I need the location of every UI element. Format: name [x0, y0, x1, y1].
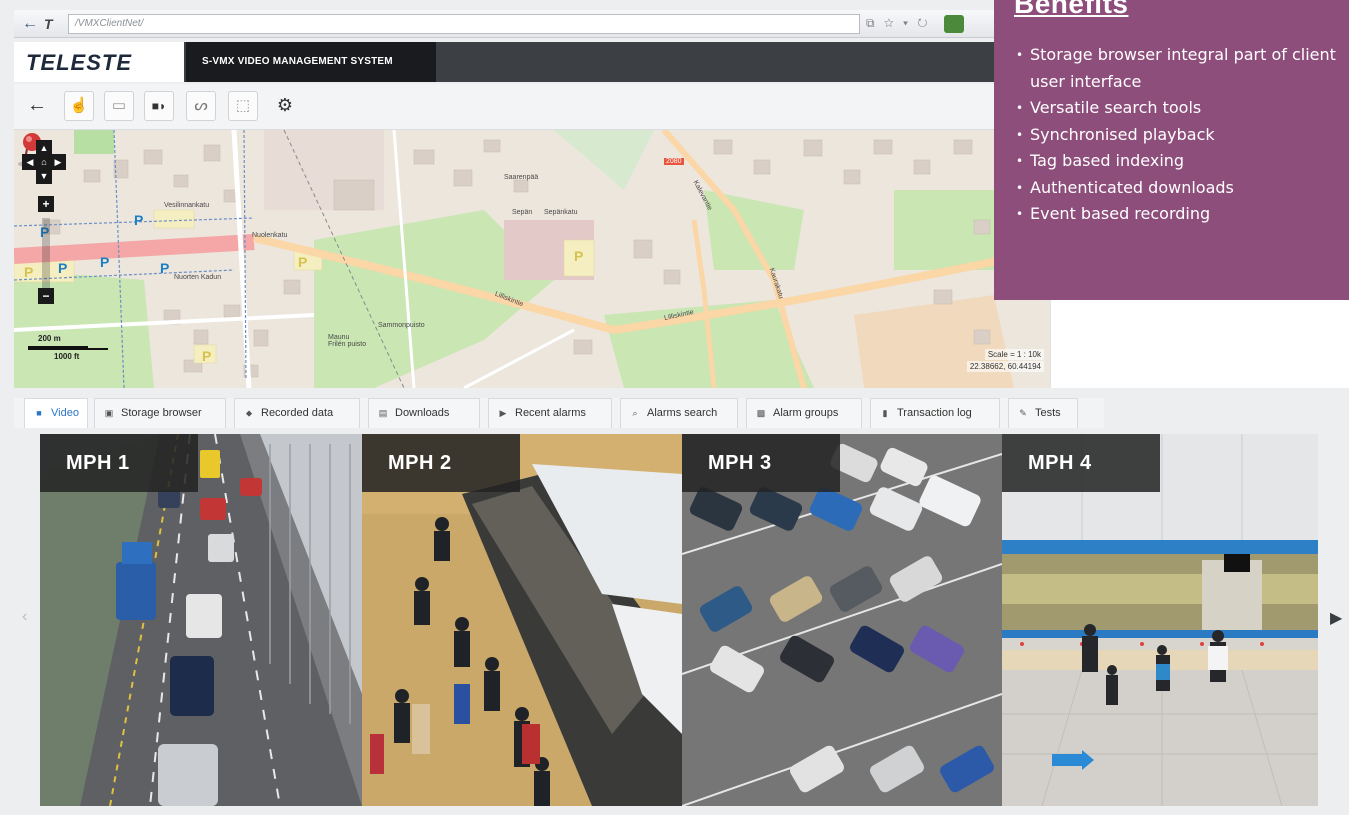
- benefit-item: • Storage browser integral part of client…: [1016, 45, 1336, 91]
- map-coordinates: 22.38662, 60.44194: [966, 361, 1044, 372]
- road-number: 2080: [664, 158, 684, 165]
- lasso-icon[interactable]: ᔕ: [186, 91, 216, 121]
- search-icon: ⌕: [632, 408, 638, 418]
- street-label: Nuorten Kadun: [174, 274, 222, 281]
- alarm-groups-icon: ▩: [756, 408, 766, 418]
- app-header: TELESTE S-VMX VIDEO MANAGEMENT SYSTEM: [14, 42, 1014, 82]
- benefit-item: • Tag based indexing: [1016, 151, 1185, 170]
- video-grid: ‹ ▶ MPH 1 MPH 2 MPH 3 MPH 4: [14, 428, 1349, 815]
- settings-gear-icon[interactable]: ⚙: [270, 91, 300, 121]
- street-label: Saarenpää: [504, 174, 539, 181]
- scale-metric: 200 m: [38, 334, 61, 343]
- parking-marker: P: [24, 264, 34, 280]
- transaction-log-icon: ▮: [882, 408, 888, 418]
- hand-pan-icon[interactable]: ☝: [64, 91, 94, 121]
- zoom-area-icon[interactable]: ⬚: [228, 91, 258, 121]
- parking-marker: P: [100, 254, 110, 270]
- map-toolbar: ← ☝ ▭ ■◗ ᔕ ⬚ ⚙: [14, 84, 1014, 130]
- pan-down-icon[interactable]: ▼: [36, 168, 52, 184]
- browser-back-icon[interactable]: ←: [22, 15, 40, 33]
- video-tile[interactable]: MPH 1: [40, 434, 362, 806]
- zoom-in-button[interactable]: +: [38, 196, 54, 212]
- logo-text: TELESTE: [26, 50, 133, 75]
- pan-control: ▲ ◀ ⌂ ▶ ▼: [22, 140, 66, 184]
- logo: TELESTE: [14, 42, 184, 82]
- recent-alarms-icon: ▶: [499, 408, 507, 418]
- scale-bar: 200 m 1000 ft: [22, 326, 112, 370]
- system-title: S-VMX VIDEO MANAGEMENT SYSTEM: [186, 42, 436, 82]
- tab-video[interactable]: ■ Video: [24, 398, 88, 428]
- tab-transaction-log[interactable]: ▮ Transaction log: [870, 398, 1000, 428]
- video-tile[interactable]: MPH 2: [362, 434, 682, 806]
- address-bar-icons[interactable]: ⧉ ☆ ▾ ↻: [866, 16, 931, 31]
- parking-marker: P: [160, 260, 170, 276]
- extension-icon[interactable]: [944, 15, 964, 33]
- map-tiles: [14, 130, 1050, 388]
- tab-tests[interactable]: ✎ Tests: [1008, 398, 1078, 428]
- tab-alarm-groups[interactable]: ▩ Alarm groups: [746, 398, 862, 428]
- benefit-item: • Synchronised playback: [1016, 124, 1215, 144]
- street-label: Nuolenkatu: [252, 232, 288, 239]
- back-arrow-icon[interactable]: ←: [22, 91, 52, 121]
- street-label: Vesilinnankatu: [164, 202, 210, 209]
- benefit-item: • Event based recording: [1016, 204, 1211, 223]
- tab-bar: ■ Video ▣ Storage browser ⬥ Recorded data ▤…: [14, 398, 1104, 428]
- tab-downloads[interactable]: ▤ Downloads: [368, 398, 480, 428]
- camera-label: MPH 3: [682, 434, 840, 492]
- pan-right-icon[interactable]: ▶: [50, 154, 66, 170]
- tab-alarms-search[interactable]: ⌕ Alarms search: [620, 398, 738, 428]
- parking-marker: P: [134, 212, 144, 228]
- parking-marker: P: [574, 248, 584, 264]
- tests-icon: ✎: [1019, 408, 1027, 418]
- tab-storage-browser[interactable]: ▣ Storage browser: [94, 398, 226, 428]
- map-scale-readout: Scale = 1 : 10k: [984, 349, 1044, 360]
- browser-toolbar: ← T /VMXClientNet/ ⧉ ☆ ▾ ↻: [14, 10, 1014, 38]
- downloads-icon: ▤: [378, 408, 388, 418]
- video-tile[interactable]: MPH 4: [1002, 434, 1318, 806]
- street-label: Sepän: [512, 209, 533, 216]
- video-icon: ■: [36, 408, 42, 418]
- camera-label: MPH 4: [1002, 434, 1160, 492]
- camera-audio-icon[interactable]: ■◗: [144, 91, 174, 121]
- parking-marker: P: [58, 260, 68, 276]
- benefit-item: • Versatile search tools: [1016, 98, 1202, 117]
- street-label: Maunu Frilén puisto: [328, 334, 367, 348]
- camera-label: MPH 2: [362, 434, 520, 492]
- browser-forward-icon[interactable]: T: [44, 15, 62, 33]
- video-tile[interactable]: MPH 3: [682, 434, 1002, 806]
- street-label: Sammonpuisto: [378, 322, 425, 329]
- parking-marker: P: [298, 254, 308, 270]
- street-label: Sepänkatu: [544, 209, 578, 216]
- benefits-list: • Storage browser integral part of client…: [1016, 42, 1336, 228]
- storage-icon: ▣: [104, 408, 114, 418]
- benefits-title: Benefits: [1014, 0, 1129, 19]
- zoom-out-button[interactable]: −: [38, 288, 54, 304]
- recorded-data-icon: ⬥: [245, 408, 253, 418]
- tab-recent-alarms[interactable]: ▶ Recent alarms: [488, 398, 612, 428]
- parking-marker: P: [202, 348, 212, 364]
- tab-recorded-data[interactable]: ⬥ Recorded data: [234, 398, 360, 428]
- prev-page-icon[interactable]: ‹: [22, 608, 27, 626]
- scale-imperial: 1000 ft: [54, 352, 80, 361]
- map-view[interactable]: P P P P P P P P P Sepän Sepänkatu Lillis…: [14, 130, 1050, 388]
- benefit-item: • Authenticated downloads: [1016, 177, 1234, 197]
- zoom-slider[interactable]: [42, 218, 50, 288]
- next-page-icon[interactable]: ▶: [1330, 608, 1342, 628]
- address-bar[interactable]: /VMXClientNet/: [68, 14, 860, 34]
- app-window: ← T /VMXClientNet/ ⧉ ☆ ▾ ↻ TELESTE S-VMX…: [0, 0, 1349, 815]
- rectangle-select-icon[interactable]: ▭: [104, 91, 134, 121]
- benefits-panel: Benefits • Storage browser integral part …: [994, 0, 1349, 300]
- camera-label: MPH 1: [40, 434, 198, 492]
